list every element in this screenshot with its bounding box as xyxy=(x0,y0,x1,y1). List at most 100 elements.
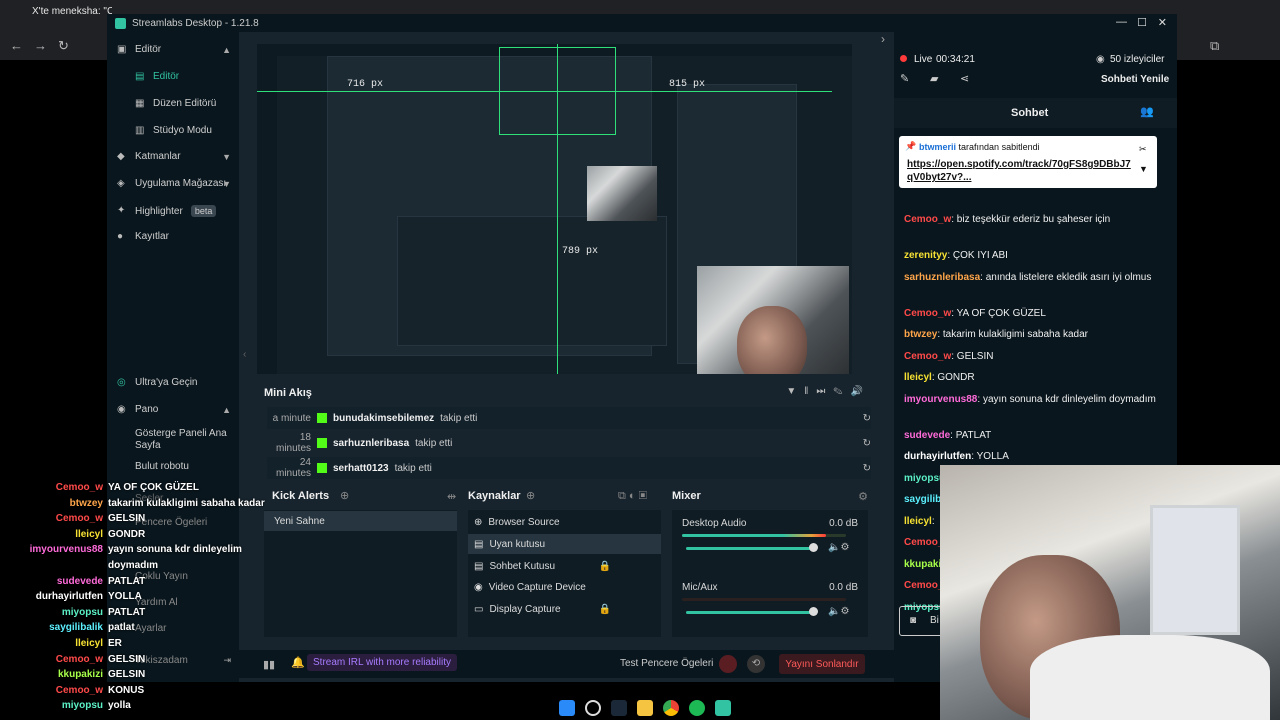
maximize-icon[interactable]: ☐ xyxy=(1137,16,1147,29)
chat-username[interactable]: kkupaki xyxy=(904,559,941,570)
forward-icon[interactable]: → xyxy=(34,38,47,53)
volume-slider-knob[interactable] xyxy=(809,543,818,552)
overlay-username: miyopsu xyxy=(61,700,103,712)
test-widgets-button[interactable]: Test Pencere Ögeleri xyxy=(620,658,713,669)
chevron-down-icon[interactable]: ▼ xyxy=(222,179,231,189)
volume-slider[interactable] xyxy=(686,547,814,550)
source-item[interactable]: ◉ Video Capture Device xyxy=(468,577,661,597)
volume-slider-knob[interactable] xyxy=(809,607,818,616)
stats-icon[interactable]: ▮▮ xyxy=(263,658,275,671)
windows-start-icon[interactable] xyxy=(559,700,575,716)
add-scene-icon[interactable]: ⊕ xyxy=(340,489,349,502)
scene-transition-icon[interactable]: ⇹ xyxy=(447,490,456,503)
chat-username[interactable]: imyourvenus88 xyxy=(904,394,977,405)
irl-promo-button[interactable]: Stream IRL with more reliability xyxy=(307,654,458,671)
preview-webcam xyxy=(697,266,849,374)
sidebar-item-app-store[interactable]: ◈ Uygulama Mağazası xyxy=(117,178,226,189)
chat-username[interactable]: Cemoo_ xyxy=(904,537,943,548)
sidebar-item-cloudbot[interactable]: Bulut robotu xyxy=(135,461,189,472)
chat-username[interactable]: lleicyl xyxy=(904,372,932,383)
chat-username[interactable]: Cemoo_ xyxy=(904,580,943,591)
mute-icon[interactable]: 🔈⚙ xyxy=(828,542,849,553)
chat-username[interactable]: btwzey xyxy=(904,329,937,340)
chat-username[interactable]: sarhuznleribasa xyxy=(904,272,980,283)
sidebar-item-highlighter[interactable]: ✦ Highlighter beta xyxy=(117,205,217,217)
overlay-username: durhayirlutfen xyxy=(35,591,103,603)
reload-icon[interactable]: ↻ xyxy=(58,38,69,54)
replay-icon[interactable]: ↻ xyxy=(863,413,871,424)
chevron-up-icon[interactable]: ▲ xyxy=(222,405,231,415)
gear-icon[interactable]: ⚙ xyxy=(858,490,868,503)
emote-icon[interactable]: ◙ xyxy=(910,615,916,626)
folder-icon[interactable] xyxy=(637,700,653,716)
search-icon[interactable] xyxy=(585,700,601,716)
source-item[interactable]: ▤ Uyan kutusu xyxy=(468,534,661,554)
replay-icon[interactable]: ↻ xyxy=(863,463,871,474)
close-icon[interactable]: ✕ xyxy=(1158,16,1167,29)
chat-username[interactable]: Cemoo_w xyxy=(904,351,951,362)
volume-slider[interactable] xyxy=(686,611,814,614)
lock-icon[interactable]: 🔒 xyxy=(599,561,611,572)
sidebar-item-dashboard[interactable]: ◉ Pano xyxy=(117,404,158,415)
share-icon[interactable]: ⋖ xyxy=(960,72,969,85)
feed-controls[interactable]: ▼‖⏭✎🔊 xyxy=(786,386,871,397)
sidebar-item-editor[interactable]: ▤ Editör xyxy=(135,71,179,82)
source-item[interactable]: ⊕ Browser Source xyxy=(468,512,661,532)
sidebar-editor-group[interactable]: ▣ Editör xyxy=(117,44,161,55)
edit-icon[interactable]: ✎ xyxy=(900,72,909,85)
chat-username[interactable]: miyopsu xyxy=(904,473,945,484)
sidebar-item-studio-mode[interactable]: ▥ Stüdyo Modu xyxy=(135,125,212,136)
source-item[interactable]: ▤ Sohbet Kutusu 🔒 xyxy=(468,556,661,576)
spotify-icon[interactable] xyxy=(689,700,705,716)
chevron-down-icon[interactable]: ▼ xyxy=(222,152,231,162)
chevron-up-icon[interactable]: ▲ xyxy=(222,45,231,55)
mini-feed: Mini Akış ▼‖⏭✎🔊 a minute bunudakimsebile… xyxy=(257,380,875,480)
distance-right-label: 815 px xyxy=(669,79,706,90)
lock-icon[interactable]: 🔒 xyxy=(599,604,611,615)
chat-username[interactable]: Cemoo_w xyxy=(904,308,951,319)
source-item[interactable]: ▭ Display Capture 🔒 xyxy=(468,599,661,619)
sidebar-item-ultra[interactable]: ◎ Ultra'ya Geçin xyxy=(117,377,198,388)
record-button[interactable] xyxy=(719,655,737,673)
chat-username[interactable]: durhayirlutfen xyxy=(904,451,971,462)
chat-text: anında listelere ekledik asırı iyi olmus xyxy=(985,271,1152,283)
minimize-icon[interactable]: — xyxy=(1116,16,1127,28)
person-shirt xyxy=(1030,635,1270,720)
browser-tab[interactable]: X'te meneksha: "C xyxy=(32,6,112,26)
scenes-panel: Kick Alerts ⊕ Yeni Sahne ⇹ xyxy=(264,490,464,640)
sidebar-item-layout-editor[interactable]: ▦ Düzen Editörü xyxy=(135,98,216,109)
chat-username[interactable]: lleicyl xyxy=(904,516,932,527)
chrome-icon[interactable] xyxy=(663,700,679,716)
add-source-icon[interactable]: ⊕ xyxy=(526,489,535,502)
chevron-down-icon[interactable]: ▼ xyxy=(1139,164,1148,174)
back-icon[interactable]: ← xyxy=(10,38,23,53)
refresh-chat-button[interactable]: Sohbeti Yenile xyxy=(1101,74,1169,85)
chat-username[interactable]: zerenityy xyxy=(904,250,947,261)
streamlabs-icon[interactable] xyxy=(715,700,731,716)
chat-title: Sohbet xyxy=(1011,107,1049,119)
scene-item[interactable]: Yeni Sahne xyxy=(264,511,457,531)
sidebar-item-dashboard-home[interactable]: Gösterge Paneli Ana Sayfa xyxy=(135,428,230,452)
chat-username[interactable]: sudevede xyxy=(904,430,950,441)
end-stream-button[interactable]: Yayını Sonlandır xyxy=(779,654,865,674)
unpin-icon[interactable]: ✂ xyxy=(1139,144,1147,155)
stream-preview[interactable]: 716 px 815 px 789 px xyxy=(257,44,852,374)
replay-icon[interactable]: ↻ xyxy=(863,438,871,449)
notification-icon[interactable]: 🔔 xyxy=(291,656,305,669)
sidebar-item-recordings[interactable]: ● Kayıtlar xyxy=(117,231,169,242)
mute-icon[interactable]: 🔈⚙ xyxy=(828,606,849,617)
extensions-icon[interactable]: ⧉ xyxy=(1210,38,1219,54)
pinned-link[interactable]: https://open.spotify.com/track/70gFS8g9D… xyxy=(907,158,1132,184)
source-tools-icon[interactable]: ⧉ ◐ ▣ xyxy=(618,490,647,503)
overlay-username: btwzey xyxy=(69,497,103,509)
replay-buffer-icon[interactable]: ⟲ xyxy=(747,655,765,673)
expand-chat-icon[interactable]: › xyxy=(881,32,885,46)
scenes-list: Yeni Sahne xyxy=(264,510,457,637)
chat-username[interactable]: Cemoo_w xyxy=(904,214,951,225)
folder-icon[interactable]: ▰ xyxy=(930,72,938,85)
chat-message: sudevede: PATLAT xyxy=(904,429,992,441)
steam-icon[interactable] xyxy=(611,700,627,716)
user-settings-icon[interactable]: 👥 xyxy=(1140,105,1154,118)
collapse-icon[interactable]: ‹ xyxy=(243,349,246,360)
sidebar-item-layers[interactable]: ◆ Katmanlar xyxy=(117,151,181,162)
